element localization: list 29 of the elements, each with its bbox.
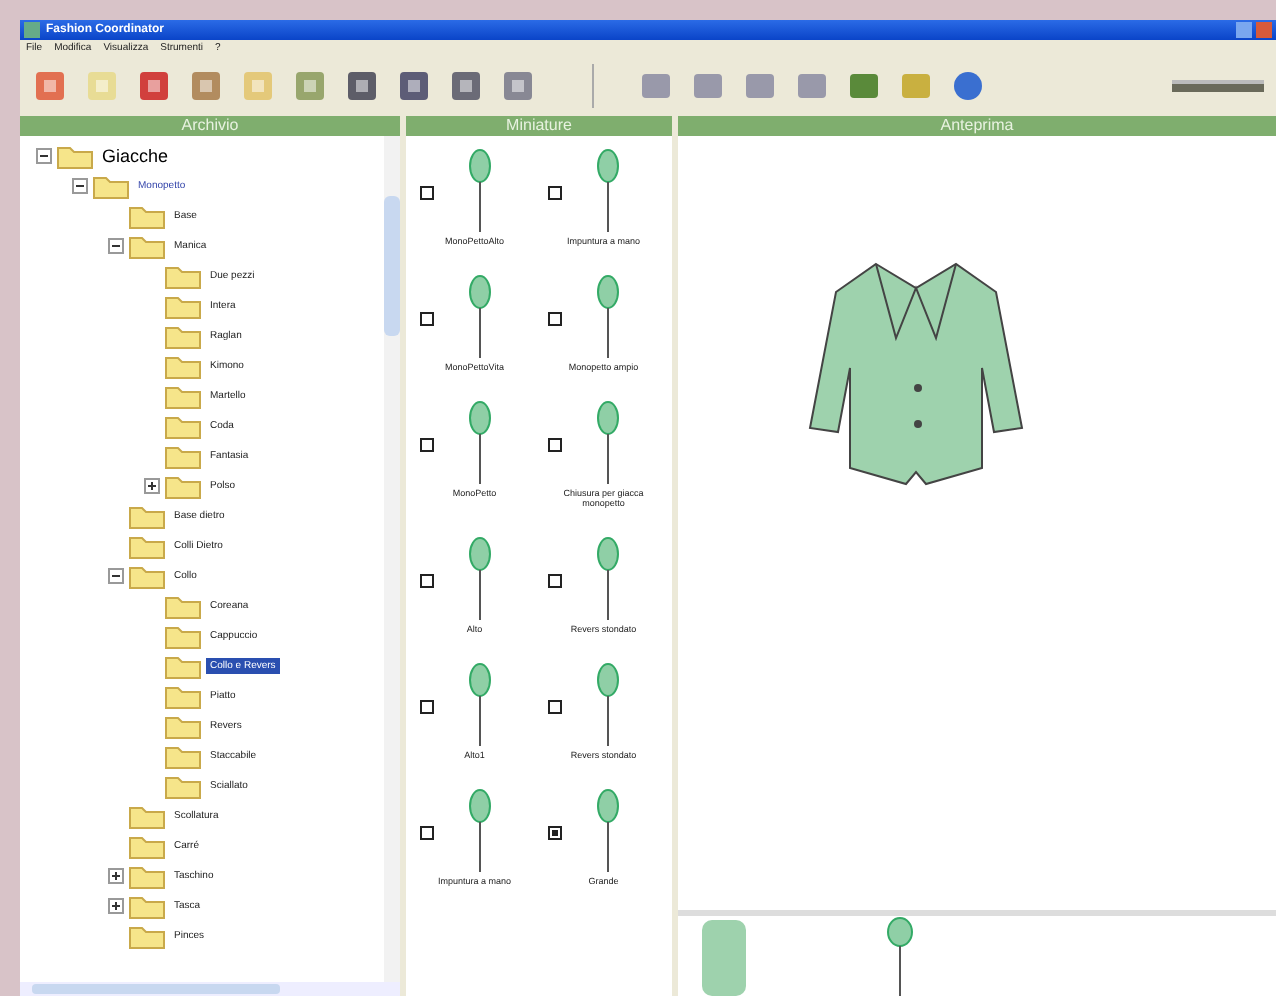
checkbox[interactable] [548,185,563,199]
panel-header: Miniature [406,116,672,136]
checkbox[interactable] [419,437,434,451]
checkbox[interactable] [548,437,563,451]
pattern-thumbnail-drawing [884,916,916,996]
checkbox[interactable] [419,573,434,587]
window-controls-icon[interactable] [1236,22,1272,38]
expander-icon[interactable] [72,177,88,193]
expander-icon[interactable] [36,147,52,163]
checkbox[interactable] [419,185,434,199]
scrollbar[interactable] [384,136,400,982]
checkbox[interactable] [548,699,563,713]
panel-header: Anteprima [678,116,1276,136]
expander-icon[interactable] [108,867,124,883]
panel-header: Archivio [20,116,400,136]
checkbox[interactable] [419,699,434,713]
expander-icon[interactable] [108,897,124,913]
expander-icon[interactable] [144,477,160,493]
checkbox[interactable] [548,311,563,325]
expander-icon[interactable] [108,237,124,253]
tree-item[interactable]: Giacche [98,143,173,167]
checkbox[interactable] [419,311,434,325]
checkbox[interactable] [548,573,563,587]
checkbox[interactable] [419,825,434,839]
app-icon [24,22,40,38]
slider-track-drawing[interactable] [1172,80,1264,92]
expander-icon[interactable] [108,567,124,583]
scrollbar[interactable] [20,982,400,996]
checkbox[interactable] [548,825,563,839]
